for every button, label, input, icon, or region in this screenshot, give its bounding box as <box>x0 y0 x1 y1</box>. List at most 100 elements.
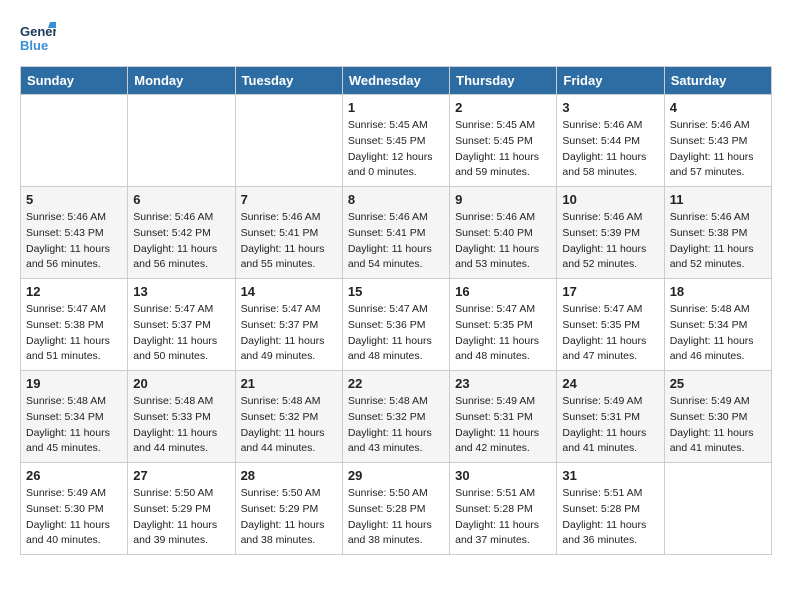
calendar-cell: 9 Sunrise: 5:46 AM Sunset: 5:40 PM Dayli… <box>450 187 557 279</box>
calendar-cell <box>21 95 128 187</box>
sunrise-text: Sunrise: 5:47 AM <box>348 302 444 318</box>
sunrise-text: Sunrise: 5:51 AM <box>562 486 658 502</box>
calendar-week-2: 12 Sunrise: 5:47 AM Sunset: 5:38 PM Dayl… <box>21 279 772 371</box>
sunset-text: Sunset: 5:31 PM <box>455 410 551 426</box>
day-number: 29 <box>348 468 444 483</box>
sunrise-text: Sunrise: 5:48 AM <box>348 394 444 410</box>
sunset-text: Sunset: 5:34 PM <box>670 318 766 334</box>
sunset-text: Sunset: 5:40 PM <box>455 226 551 242</box>
day-info: Sunrise: 5:46 AM Sunset: 5:38 PM Dayligh… <box>670 210 766 273</box>
day-info: Sunrise: 5:46 AM Sunset: 5:39 PM Dayligh… <box>562 210 658 273</box>
logo-icon: General Blue <box>20 20 56 56</box>
day-info: Sunrise: 5:47 AM Sunset: 5:38 PM Dayligh… <box>26 302 122 365</box>
calendar-cell: 21 Sunrise: 5:48 AM Sunset: 5:32 PM Dayl… <box>235 371 342 463</box>
day-number: 19 <box>26 376 122 391</box>
sunrise-text: Sunrise: 5:48 AM <box>133 394 229 410</box>
day-number: 8 <box>348 192 444 207</box>
sunrise-text: Sunrise: 5:48 AM <box>26 394 122 410</box>
day-info: Sunrise: 5:47 AM Sunset: 5:37 PM Dayligh… <box>133 302 229 365</box>
day-info: Sunrise: 5:49 AM Sunset: 5:31 PM Dayligh… <box>562 394 658 457</box>
daylight-text: Daylight: 12 hours and 0 minutes. <box>348 150 444 182</box>
calendar-cell: 31 Sunrise: 5:51 AM Sunset: 5:28 PM Dayl… <box>557 463 664 555</box>
sunset-text: Sunset: 5:36 PM <box>348 318 444 334</box>
day-number: 11 <box>670 192 766 207</box>
day-info: Sunrise: 5:46 AM Sunset: 5:43 PM Dayligh… <box>26 210 122 273</box>
sunrise-text: Sunrise: 5:46 AM <box>670 118 766 134</box>
day-number: 18 <box>670 284 766 299</box>
day-info: Sunrise: 5:49 AM Sunset: 5:30 PM Dayligh… <box>26 486 122 549</box>
sunrise-text: Sunrise: 5:47 AM <box>133 302 229 318</box>
sunset-text: Sunset: 5:32 PM <box>241 410 337 426</box>
sunset-text: Sunset: 5:39 PM <box>562 226 658 242</box>
day-number: 25 <box>670 376 766 391</box>
calendar-cell: 24 Sunrise: 5:49 AM Sunset: 5:31 PM Dayl… <box>557 371 664 463</box>
sunrise-text: Sunrise: 5:47 AM <box>562 302 658 318</box>
sunrise-text: Sunrise: 5:49 AM <box>455 394 551 410</box>
sunrise-text: Sunrise: 5:46 AM <box>241 210 337 226</box>
sunset-text: Sunset: 5:41 PM <box>241 226 337 242</box>
sunrise-text: Sunrise: 5:50 AM <box>133 486 229 502</box>
sunset-text: Sunset: 5:31 PM <box>562 410 658 426</box>
sunrise-text: Sunrise: 5:49 AM <box>562 394 658 410</box>
day-number: 7 <box>241 192 337 207</box>
weekday-header-saturday: Saturday <box>664 67 771 95</box>
calendar-cell <box>128 95 235 187</box>
sunset-text: Sunset: 5:28 PM <box>562 502 658 518</box>
sunrise-text: Sunrise: 5:46 AM <box>348 210 444 226</box>
daylight-text: Daylight: 11 hours and 55 minutes. <box>241 242 337 274</box>
sunset-text: Sunset: 5:32 PM <box>348 410 444 426</box>
daylight-text: Daylight: 11 hours and 50 minutes. <box>133 334 229 366</box>
day-info: Sunrise: 5:46 AM Sunset: 5:40 PM Dayligh… <box>455 210 551 273</box>
day-info: Sunrise: 5:47 AM Sunset: 5:35 PM Dayligh… <box>562 302 658 365</box>
day-number: 21 <box>241 376 337 391</box>
sunrise-text: Sunrise: 5:51 AM <box>455 486 551 502</box>
sunrise-text: Sunrise: 5:46 AM <box>26 210 122 226</box>
calendar-cell: 1 Sunrise: 5:45 AM Sunset: 5:45 PM Dayli… <box>342 95 449 187</box>
day-number: 28 <box>241 468 337 483</box>
sunrise-text: Sunrise: 5:46 AM <box>133 210 229 226</box>
daylight-text: Daylight: 11 hours and 44 minutes. <box>133 426 229 458</box>
daylight-text: Daylight: 11 hours and 51 minutes. <box>26 334 122 366</box>
calendar-cell: 30 Sunrise: 5:51 AM Sunset: 5:28 PM Dayl… <box>450 463 557 555</box>
day-number: 1 <box>348 100 444 115</box>
calendar-cell: 20 Sunrise: 5:48 AM Sunset: 5:33 PM Dayl… <box>128 371 235 463</box>
day-number: 4 <box>670 100 766 115</box>
page-header: General Blue <box>20 20 772 56</box>
sunrise-text: Sunrise: 5:47 AM <box>455 302 551 318</box>
day-info: Sunrise: 5:46 AM Sunset: 5:41 PM Dayligh… <box>241 210 337 273</box>
weekday-header-thursday: Thursday <box>450 67 557 95</box>
sunset-text: Sunset: 5:44 PM <box>562 134 658 150</box>
sunrise-text: Sunrise: 5:46 AM <box>670 210 766 226</box>
sunset-text: Sunset: 5:37 PM <box>241 318 337 334</box>
day-info: Sunrise: 5:48 AM Sunset: 5:33 PM Dayligh… <box>133 394 229 457</box>
calendar-cell: 14 Sunrise: 5:47 AM Sunset: 5:37 PM Dayl… <box>235 279 342 371</box>
weekday-header-row: SundayMondayTuesdayWednesdayThursdayFrid… <box>21 67 772 95</box>
sunrise-text: Sunrise: 5:45 AM <box>348 118 444 134</box>
day-info: Sunrise: 5:47 AM Sunset: 5:37 PM Dayligh… <box>241 302 337 365</box>
daylight-text: Daylight: 11 hours and 49 minutes. <box>241 334 337 366</box>
daylight-text: Daylight: 11 hours and 44 minutes. <box>241 426 337 458</box>
sunset-text: Sunset: 5:38 PM <box>26 318 122 334</box>
sunset-text: Sunset: 5:45 PM <box>348 134 444 150</box>
day-number: 3 <box>562 100 658 115</box>
day-number: 30 <box>455 468 551 483</box>
calendar-cell: 5 Sunrise: 5:46 AM Sunset: 5:43 PM Dayli… <box>21 187 128 279</box>
day-info: Sunrise: 5:50 AM Sunset: 5:28 PM Dayligh… <box>348 486 444 549</box>
sunset-text: Sunset: 5:29 PM <box>241 502 337 518</box>
day-number: 26 <box>26 468 122 483</box>
sunrise-text: Sunrise: 5:49 AM <box>670 394 766 410</box>
calendar-week-1: 5 Sunrise: 5:46 AM Sunset: 5:43 PM Dayli… <box>21 187 772 279</box>
daylight-text: Daylight: 11 hours and 38 minutes. <box>241 518 337 550</box>
sunrise-text: Sunrise: 5:47 AM <box>26 302 122 318</box>
day-info: Sunrise: 5:47 AM Sunset: 5:35 PM Dayligh… <box>455 302 551 365</box>
day-info: Sunrise: 5:50 AM Sunset: 5:29 PM Dayligh… <box>133 486 229 549</box>
weekday-header-wednesday: Wednesday <box>342 67 449 95</box>
calendar-cell: 8 Sunrise: 5:46 AM Sunset: 5:41 PM Dayli… <box>342 187 449 279</box>
sunset-text: Sunset: 5:30 PM <box>670 410 766 426</box>
sunset-text: Sunset: 5:30 PM <box>26 502 122 518</box>
sunrise-text: Sunrise: 5:49 AM <box>26 486 122 502</box>
sunset-text: Sunset: 5:37 PM <box>133 318 229 334</box>
calendar-cell: 18 Sunrise: 5:48 AM Sunset: 5:34 PM Dayl… <box>664 279 771 371</box>
svg-text:Blue: Blue <box>20 38 48 53</box>
daylight-text: Daylight: 11 hours and 41 minutes. <box>670 426 766 458</box>
